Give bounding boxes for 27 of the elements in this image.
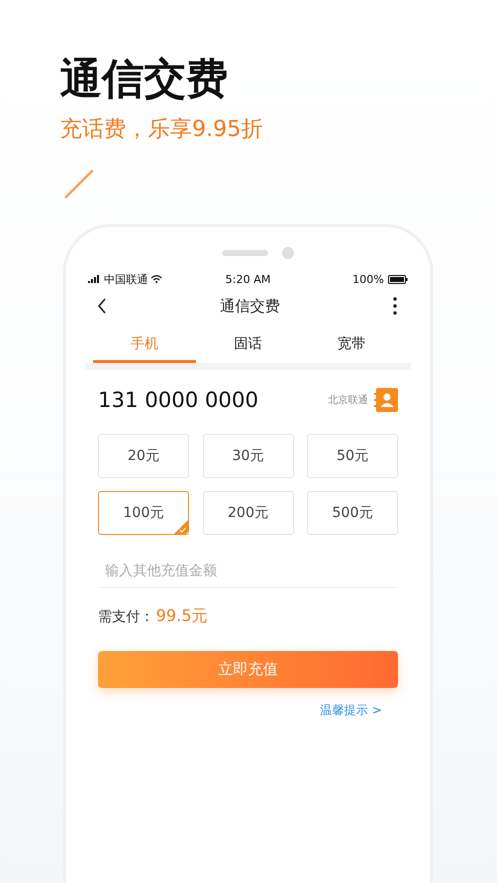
carrier-name: 中国联通 — [104, 272, 148, 286]
camera-icon — [282, 247, 294, 259]
tab[interactable]: 宽带 — [300, 327, 403, 363]
status-time: 5:20 AM — [225, 272, 271, 286]
back-icon[interactable] — [97, 298, 107, 314]
battery-percent: 100% — [352, 272, 384, 286]
operator-name: 北京联通 — [328, 394, 368, 407]
amount-option[interactable]: 500元 — [307, 491, 398, 535]
nav-title: 通信交费 — [220, 296, 280, 316]
subtitle: 充话费，乐享9.95折 — [60, 116, 264, 144]
more-icon[interactable] — [393, 297, 397, 315]
battery-icon — [388, 274, 408, 284]
check-icon — [174, 520, 188, 534]
payment-amount: 99.5元 — [156, 606, 208, 627]
amount-option[interactable]: 30元 — [202, 434, 294, 478]
headline: 通信交费 — [60, 53, 229, 105]
amount-option[interactable]: 20元 — [98, 434, 189, 478]
amount-option[interactable]: 50元 — [307, 434, 398, 478]
phone-number: 131 0000 0000 — [98, 388, 258, 412]
amount-option[interactable]: 200元 — [202, 491, 294, 535]
amount-option[interactable]: 100元 — [98, 491, 189, 535]
signal-icon — [88, 275, 101, 283]
wifi-icon — [151, 275, 162, 283]
speaker-icon — [222, 250, 268, 256]
payment-label: 需支付： — [98, 608, 154, 626]
slash-mark — [64, 169, 94, 199]
tab[interactable]: 固话 — [196, 327, 300, 363]
